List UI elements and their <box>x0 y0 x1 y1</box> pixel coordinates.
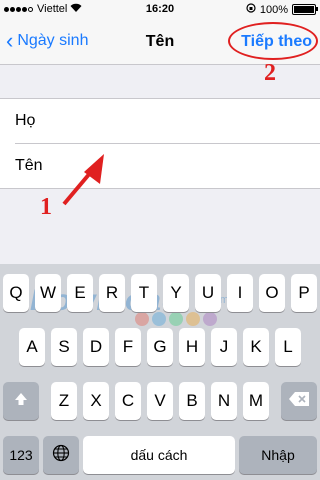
first-name-field[interactable] <box>15 144 295 188</box>
annotation-arrow <box>62 154 104 206</box>
rotation-lock-icon <box>246 3 256 16</box>
key-q[interactable]: Q <box>3 274 29 312</box>
key-g[interactable]: G <box>147 328 173 366</box>
key-u[interactable]: U <box>195 274 221 312</box>
battery-percent: 100% <box>259 3 288 16</box>
last-name-field[interactable] <box>15 99 295 143</box>
battery-icon <box>292 4 318 15</box>
status-right: 100% <box>246 3 318 16</box>
watermark-dot <box>203 312 217 326</box>
backspace-icon <box>288 391 310 412</box>
shift-key[interactable] <box>3 382 39 420</box>
key-k[interactable]: K <box>243 328 269 366</box>
key-a[interactable]: A <box>19 328 45 366</box>
globe-icon <box>52 444 70 467</box>
watermark-dots <box>135 312 217 326</box>
key-n[interactable]: N <box>211 382 237 420</box>
key-p[interactable]: P <box>291 274 317 312</box>
key-f[interactable]: F <box>115 328 141 366</box>
key-x[interactable]: X <box>83 382 109 420</box>
key-l[interactable]: L <box>275 328 301 366</box>
key-v[interactable]: V <box>147 382 173 420</box>
key-c[interactable]: C <box>115 382 141 420</box>
globe-key[interactable] <box>43 436 79 474</box>
watermark-dot <box>186 312 200 326</box>
key-h[interactable]: H <box>179 328 205 366</box>
annotation-circle <box>228 22 318 60</box>
last-name-row <box>0 99 320 143</box>
numbers-key[interactable]: 123 <box>3 436 39 474</box>
delete-key[interactable] <box>281 382 317 420</box>
watermark-dot <box>135 312 149 326</box>
annotation-number-1: 1 <box>40 194 52 220</box>
key-m[interactable]: M <box>243 382 269 420</box>
keyboard: Download .com.vn QWERTYUIOP ASDFGHJKL ZX… <box>0 264 320 480</box>
key-d[interactable]: D <box>83 328 109 366</box>
key-r[interactable]: R <box>99 274 125 312</box>
key-b[interactable]: B <box>179 382 205 420</box>
status-bar: Viettel 16:20 100% <box>0 0 320 20</box>
key-e[interactable]: E <box>67 274 93 312</box>
key-o[interactable]: O <box>259 274 285 312</box>
watermark-dot <box>152 312 166 326</box>
name-form <box>0 98 320 189</box>
key-s[interactable]: S <box>51 328 77 366</box>
key-j[interactable]: J <box>211 328 237 366</box>
return-key[interactable]: Nhập <box>239 436 317 474</box>
key-y[interactable]: Y <box>163 274 189 312</box>
key-i[interactable]: I <box>227 274 253 312</box>
key-w[interactable]: W <box>35 274 61 312</box>
key-z[interactable]: Z <box>51 382 77 420</box>
shift-icon <box>13 391 29 412</box>
watermark-dot <box>169 312 183 326</box>
space-key[interactable]: dấu cách <box>83 436 235 474</box>
annotation-number-2: 2 <box>264 60 276 86</box>
key-t[interactable]: T <box>131 274 157 312</box>
